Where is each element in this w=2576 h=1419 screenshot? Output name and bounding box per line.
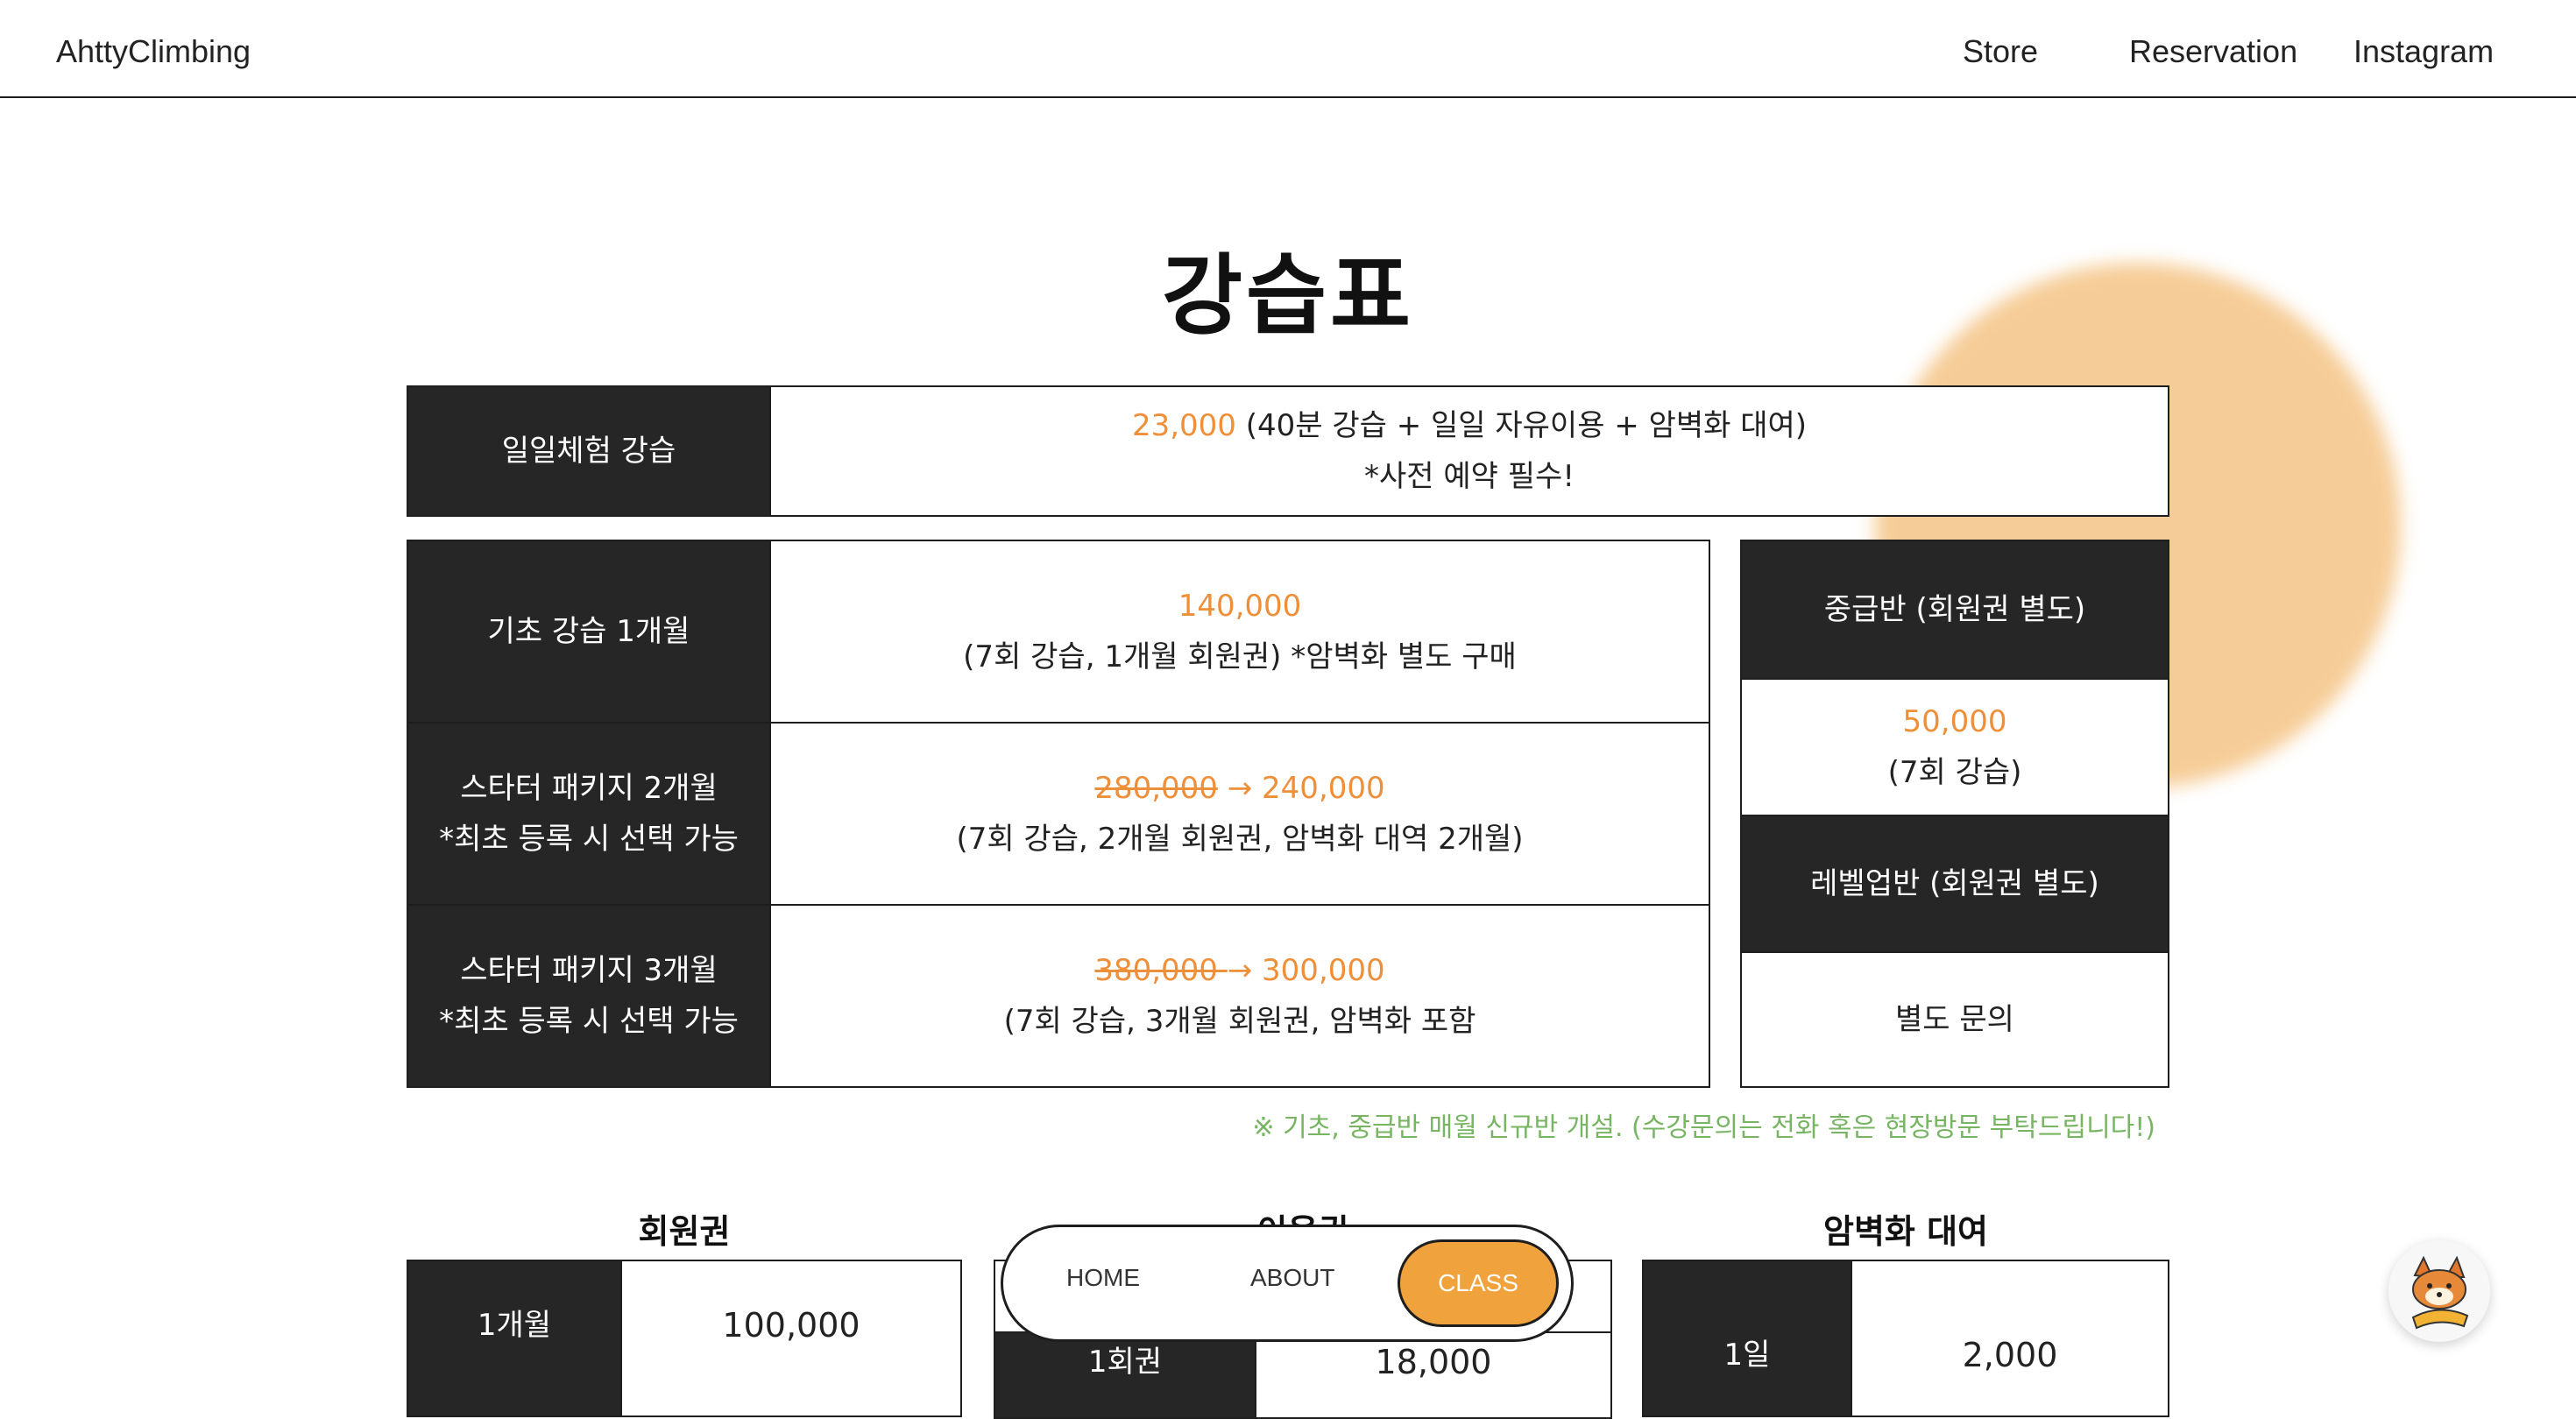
membership-row-label: 1개월 xyxy=(477,1308,552,1343)
top-header: AhttyClimbing Store Reservation Instagra… xyxy=(0,0,2576,98)
lesson-detail: (7회 강습, 1개월 회원권) *암벽화 별도 구매 xyxy=(963,639,1517,674)
lesson-price: 300,000 xyxy=(1262,953,1385,988)
site-logo[interactable]: AhttyClimbing xyxy=(56,33,251,70)
daily-lesson-info-cell: 23,000 (40분 강습 + 일일 자유이용 + 암벽화 대여) *사전 예… xyxy=(769,385,2169,517)
daily-lesson-label-cell: 일일체험 강습 xyxy=(407,385,771,517)
lesson-detail: (7회 강습, 2개월 회원권, 암벽화 대역 2개월) xyxy=(956,822,1524,857)
lesson-detail: (7회 강습, 3개월 회원권, 암벽화 포함 xyxy=(1003,1004,1476,1039)
daily-lesson-detail: (40분 강습 + 일일 자유이용 + 암벽화 대여) xyxy=(1235,408,1808,443)
levelup-class-label-cell: 레벨업반 (회원권 별도) xyxy=(1740,815,2169,953)
shoe-rental-row-value: 2,000 xyxy=(1962,1336,2058,1374)
fox-mascot-icon xyxy=(2388,1240,2490,1342)
daily-lesson-price: 23,000 xyxy=(1131,408,1236,443)
price-arrow: → xyxy=(1217,771,1263,806)
lesson-label-line1: 스타터 패키지 3개월 xyxy=(460,953,718,988)
intermediate-class-info-cell: 50,000 (7회 강습) xyxy=(1740,678,2169,816)
intermediate-class-detail: (7회 강습) xyxy=(1887,755,2022,790)
membership-heading: 회원권 xyxy=(638,1212,731,1251)
usage-pass-row-label-cell: 1회권 xyxy=(994,1331,1256,1419)
lesson-row-label-cell: 스타터 패키지 3개월 *최초 등록 시 선택 가능 xyxy=(407,904,771,1088)
lesson-row-label-cell: 스타터 패키지 2개월 *최초 등록 시 선택 가능 xyxy=(407,722,771,906)
lesson-row-info-cell: 380,000 → 300,000 (7회 강습, 3개월 회원권, 암벽화 포… xyxy=(769,904,1710,1088)
nav-reservation-link[interactable]: Reservation xyxy=(2129,33,2297,70)
shoe-rental-row-label: 1일 xyxy=(1723,1338,1771,1373)
bottom-nav-class-label: CLASS xyxy=(1438,1269,1518,1296)
lesson-old-price: 280,000 xyxy=(1094,771,1218,806)
usage-pass-row-label: 1회권 xyxy=(1087,1345,1163,1380)
bottom-nav-about[interactable]: ABOUT xyxy=(1250,1264,1334,1292)
lesson-row-label-cell: 기초 강습 1개월 xyxy=(407,540,771,724)
intermediate-class-price: 50,000 xyxy=(1902,704,2007,739)
intermediate-class-label-cell: 중급반 (회원권 별도) xyxy=(1740,540,2169,680)
lesson-price: 140,000 xyxy=(1178,589,1302,624)
levelup-class-detail: 별도 문의 xyxy=(1895,1002,2014,1037)
page-title: 강습표 xyxy=(1162,244,1414,347)
intermediate-class-label: 중급반 (회원권 별도) xyxy=(1823,592,2086,627)
usage-pass-row-value-cell: 18,000 xyxy=(1255,1331,1612,1419)
membership-row-value-cell: 100,000 xyxy=(620,1260,962,1417)
lesson-old-price: 380,000 xyxy=(1094,953,1228,988)
lesson-price-line: 280,000 → 240,000 xyxy=(1094,763,1384,814)
shoe-rental-row-value-cell: 2,000 xyxy=(1851,1260,2169,1417)
shoe-rental-row-label-cell: 1일 xyxy=(1642,1260,1852,1417)
lesson-label-line1: 기초 강습 1개월 xyxy=(487,614,690,649)
mascot-chat-button[interactable] xyxy=(2388,1240,2490,1342)
levelup-class-info-cell: 별도 문의 xyxy=(1740,951,2169,1088)
lesson-price: 240,000 xyxy=(1262,771,1385,806)
lesson-label-line2: *최초 등록 시 선택 가능 xyxy=(439,822,739,857)
usage-pass-row-value: 18,000 xyxy=(1375,1343,1492,1381)
lesson-row-info-cell: 280,000 → 240,000 (7회 강습, 2개월 회원권, 암벽화 대… xyxy=(769,722,1710,906)
shoe-rental-heading: 암벽화 대여 xyxy=(1822,1212,1989,1251)
bottom-nav-pill: HOME ABOUT CLASS xyxy=(1001,1225,1574,1342)
bottom-nav-class[interactable]: CLASS xyxy=(1398,1239,1559,1327)
lesson-label-line1: 스타터 패키지 2개월 xyxy=(460,771,718,806)
membership-row-label-cell: 1개월 xyxy=(407,1260,622,1417)
price-arrow: → xyxy=(1227,953,1263,988)
levelup-class-label: 레벨업반 (회원권 별도) xyxy=(1810,866,2099,901)
lesson-price-line: 380,000 → 300,000 xyxy=(1094,945,1384,996)
bottom-nav-home[interactable]: HOME xyxy=(1066,1264,1140,1292)
daily-lesson-price-line: 23,000 (40분 강습 + 일일 자유이용 + 암벽화 대여) xyxy=(1132,400,1807,451)
nav-instagram-link[interactable]: Instagram xyxy=(2353,33,2494,70)
nav-store-link[interactable]: Store xyxy=(1963,33,2038,70)
daily-lesson-note: *사전 예약 필수! xyxy=(1364,459,1575,494)
daily-lesson-label: 일일체험 강습 xyxy=(501,434,676,469)
lesson-row-info-cell: 140,000 (7회 강습, 1개월 회원권) *암벽화 별도 구매 xyxy=(769,540,1710,724)
enrollment-note: ※ 기초, 중급반 매월 신규반 개설. (수강문의는 전화 혹은 현장방문 부… xyxy=(1252,1112,2155,1143)
lesson-label-line2: *최초 등록 시 선택 가능 xyxy=(439,1004,739,1039)
membership-row-value: 100,000 xyxy=(722,1306,860,1345)
